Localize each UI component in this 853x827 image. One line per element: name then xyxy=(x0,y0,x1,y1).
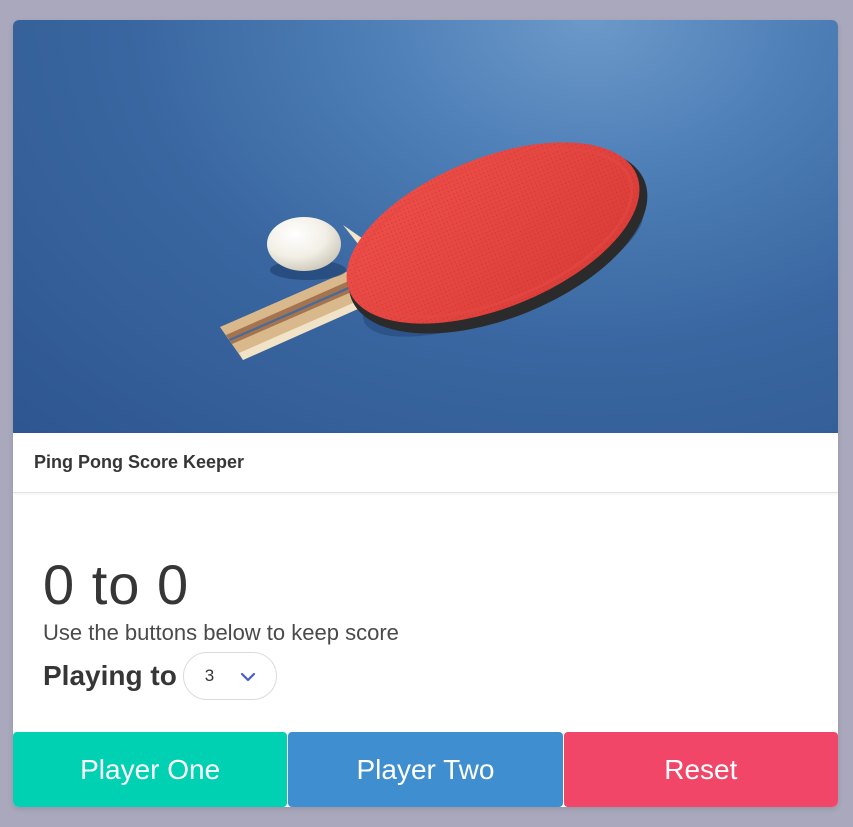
score-subtitle: Use the buttons below to keep score xyxy=(43,620,399,645)
card-content: 0 to 0 Use the buttons below to keep sco… xyxy=(13,494,838,732)
score-display: 0 to 0 xyxy=(43,553,190,616)
card-header: Ping Pong Score Keeper xyxy=(13,433,838,493)
playing-to-row: Playing to 3 xyxy=(43,652,277,700)
score-keeper-card: Ping Pong Score Keeper 0 to 0 Use the bu… xyxy=(13,20,838,807)
hero-image xyxy=(13,20,838,433)
app-title: Ping Pong Score Keeper xyxy=(34,452,245,472)
playing-to-label: Playing to xyxy=(43,660,177,691)
reset-button[interactable]: Reset xyxy=(563,732,838,807)
player-two-button[interactable]: Player Two xyxy=(288,732,563,807)
player-one-button[interactable]: Player One xyxy=(13,732,288,807)
card-footer: Player One Player Two Reset xyxy=(13,732,838,807)
ping-pong-illustration xyxy=(220,142,648,360)
playing-to-select[interactable]: 3 xyxy=(182,652,277,700)
chevron-down-icon xyxy=(240,672,255,682)
playing-to-value: 3 xyxy=(204,666,215,685)
